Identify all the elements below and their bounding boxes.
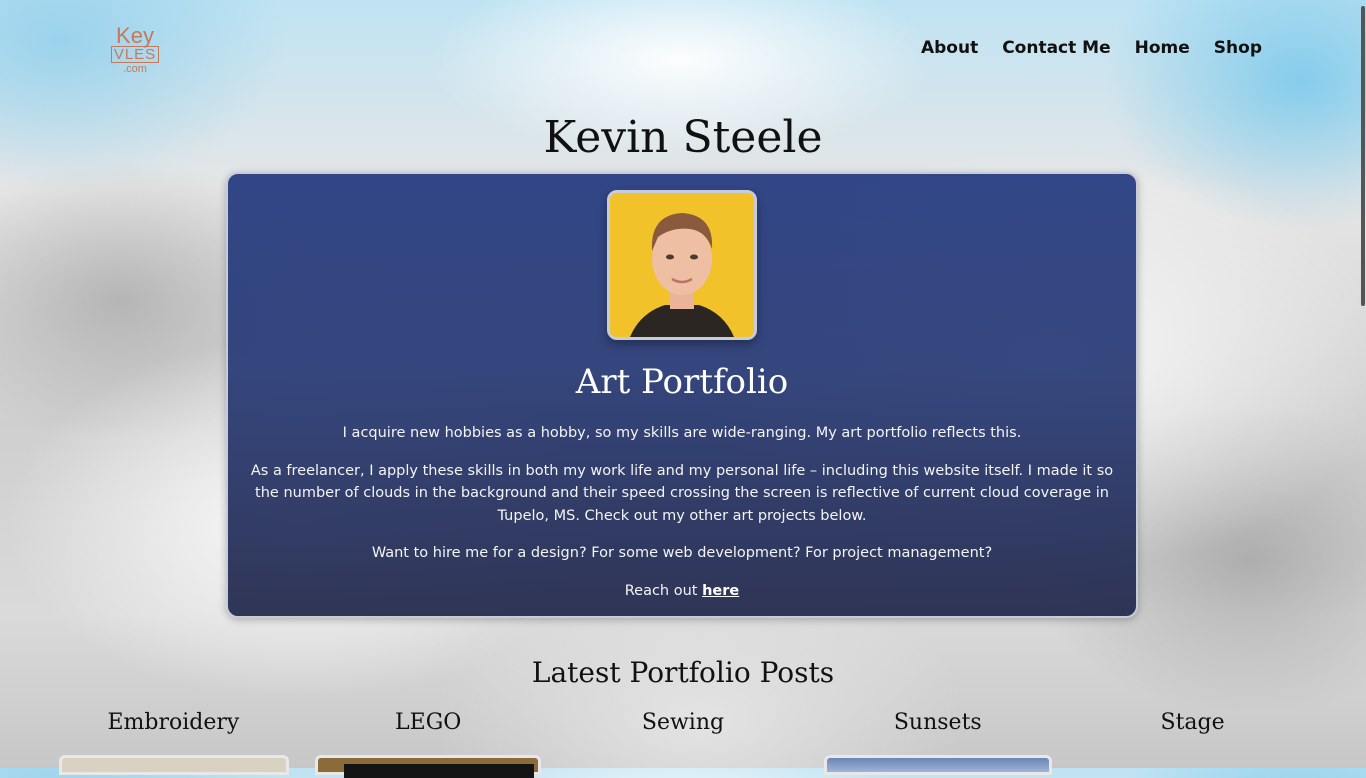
category-sunsets[interactable]: Sunsets xyxy=(810,710,1065,735)
intro-card: Art Portfolio I acquire new hobbies as a… xyxy=(226,172,1138,618)
card-paragraph: As a freelancer, I apply these skills in… xyxy=(250,462,1114,524)
portfolio-categories: Embroidery LEGO Sewing Sunsets Stage xyxy=(46,710,1320,735)
category-sewing[interactable]: Sewing xyxy=(556,710,811,735)
card-paragraph: I acquire new hobbies as a hobby, so my … xyxy=(342,425,1022,441)
card-paragraph-contact: Reach out here xyxy=(246,580,1118,603)
portrait-illustration xyxy=(610,193,754,337)
scrollbar-thumb[interactable] xyxy=(1361,6,1365,306)
category-embroidery[interactable]: Embroidery xyxy=(46,710,301,735)
main-nav: About Contact Me Home Shop xyxy=(921,38,1262,58)
card-title: Art Portfolio xyxy=(575,362,789,402)
sunsets-thumbnail[interactable] xyxy=(824,755,1052,775)
nav-contact-link[interactable]: Contact Me xyxy=(1002,38,1110,58)
category-lego[interactable]: LEGO xyxy=(301,710,556,735)
lego-thumbnail[interactable] xyxy=(315,755,541,778)
nav-home-link[interactable]: Home xyxy=(1135,38,1190,58)
page-scrollbar[interactable] xyxy=(1360,0,1366,768)
nav-about-link[interactable]: About xyxy=(921,38,978,58)
embroidery-thumbnail[interactable] xyxy=(59,755,289,775)
card-paragraph: Want to hire me for a design? For some w… xyxy=(371,545,993,561)
contact-prefix: Reach out xyxy=(624,582,703,599)
card-body: I acquire new hobbies as a hobby, so my … xyxy=(246,422,1118,617)
nav-shop-link[interactable]: Shop xyxy=(1214,38,1262,58)
page-title: Kevin Steele xyxy=(543,112,823,163)
profile-photo xyxy=(607,190,757,340)
logo-line-3: .com xyxy=(123,63,147,75)
posts-section-title: Latest Portfolio Posts xyxy=(531,656,835,689)
category-stage[interactable]: Stage xyxy=(1065,710,1320,735)
site-logo[interactable]: Key VLES .com xyxy=(108,23,162,75)
logo-line-2: VLES xyxy=(110,46,160,63)
contact-here-link[interactable]: here xyxy=(702,583,739,599)
logo-line-1: Key xyxy=(116,23,154,48)
